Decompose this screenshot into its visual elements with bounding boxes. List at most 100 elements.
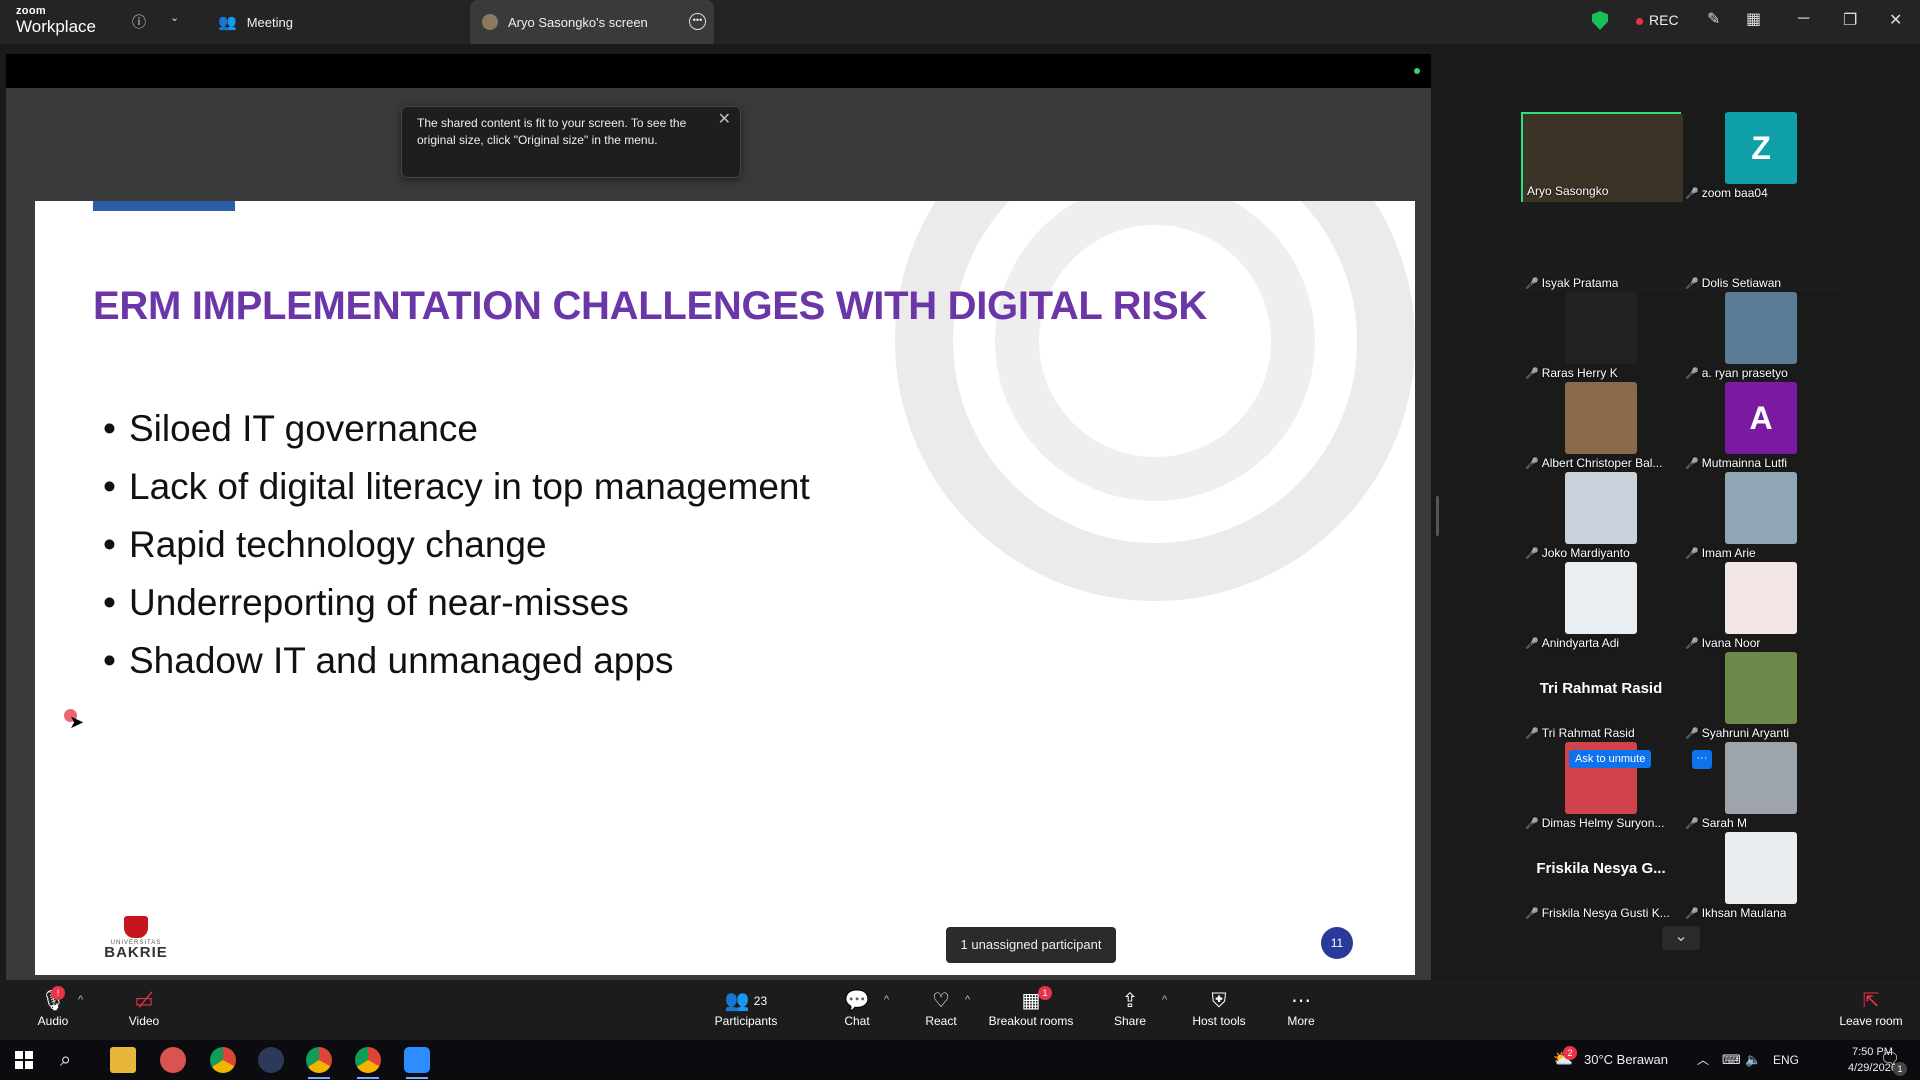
participant-tile[interactable]: 🎤 Joko Mardiyanto xyxy=(1521,472,1681,562)
app-icon[interactable] xyxy=(160,1047,186,1073)
participant-video xyxy=(1725,832,1797,904)
react-options-caret[interactable]: ^ xyxy=(965,994,970,1006)
chevron-down-icon[interactable]: ⌄ xyxy=(170,11,179,24)
windows-start-icon[interactable] xyxy=(15,1051,33,1069)
participant-name-text: Dolis Setiawan xyxy=(1701,276,1782,290)
network-icon[interactable]: ⌨ xyxy=(1722,1040,1741,1080)
shared-screen-area: ERM IMPLEMENTATION CHALLENGES WITH DIGIT… xyxy=(6,54,1431,980)
tab-meeting[interactable]: 👥 Meeting xyxy=(218,0,293,44)
chat-options-caret[interactable]: ^ xyxy=(884,994,889,1006)
muted-mic-icon: 🎤 xyxy=(1685,908,1699,920)
minimize-button[interactable]: ─ xyxy=(1798,10,1809,28)
participant-tile[interactable]: Aryo Sasongko xyxy=(1521,112,1683,204)
muted-mic-icon: 🎤 xyxy=(1525,728,1539,740)
participant-tile[interactable]: 🎤 Ivana Noor xyxy=(1681,562,1841,652)
windows-taskbar: ⌕ ⛅ 2 30°C Berawan ︿ ⌨ 🔈 ENG 7:50 PM 4/2… xyxy=(0,1040,1920,1080)
zoom-app-icon[interactable] xyxy=(404,1047,430,1079)
info-icon[interactable]: ⓘ xyxy=(132,12,146,32)
participant-tile[interactable]: 🎤 Imam Arie xyxy=(1681,472,1841,562)
chat-button[interactable]: 💬 Chat xyxy=(840,988,874,1028)
participant-video xyxy=(1725,472,1797,544)
participant-tile[interactable]: 🎤 Ikhsan Maulana xyxy=(1681,832,1841,922)
logo-line2: Workplace xyxy=(16,17,96,36)
people-icon: 👥 xyxy=(218,14,237,31)
chrome-profile-icon[interactable] xyxy=(306,1047,332,1079)
participant-name-text: Joko Mardiyanto xyxy=(1541,546,1630,560)
participant-video xyxy=(1565,382,1637,454)
bullet-text: Lack of digital literacy in top manageme… xyxy=(129,466,810,507)
tab-shared-screen[interactable]: Aryo Sasongko's screen ••• xyxy=(470,0,714,44)
muted-mic-icon: 🎤 xyxy=(1685,818,1699,830)
participant-tile[interactable]: 🎤 Isyak Pratama xyxy=(1521,202,1681,292)
chrome-icon-2[interactable] xyxy=(355,1047,381,1079)
audio-options-caret[interactable]: ^ xyxy=(78,994,83,1006)
annotate-pencil-icon[interactable]: ✎ xyxy=(1707,9,1720,29)
chrome-icon[interactable] xyxy=(210,1047,236,1073)
panel-resize-handle[interactable] xyxy=(1436,496,1439,536)
audio-alert-badge: ! xyxy=(51,986,65,1000)
participant-tile[interactable]: 🎤 Raras Herry K xyxy=(1521,292,1681,382)
university-emblem-icon xyxy=(124,916,148,938)
participant-name-text: Ikhsan Maulana xyxy=(1701,906,1787,920)
breakout-rooms-button[interactable]: ▦ Breakout rooms 1 xyxy=(988,986,1074,1028)
view-layout-icon[interactable]: ▦ xyxy=(1746,9,1761,29)
tray-chevron-icon[interactable]: ︿ xyxy=(1697,1040,1709,1080)
participant-tile[interactable]: 🎤 Anindyarta Adi xyxy=(1521,562,1681,652)
participant-tile[interactable]: 🎤 Albert Christoper Bal... xyxy=(1521,382,1681,472)
restore-button[interactable]: ❐ xyxy=(1843,10,1857,30)
participants-button[interactable]: 👥 23 Participants xyxy=(713,988,779,1028)
cursor-arrow-icon: ➤ xyxy=(69,712,85,732)
participant-display-name: Tri Rahmat Rasid xyxy=(1539,680,1663,697)
leave-room-button[interactable]: ⇱ Leave room xyxy=(1838,988,1904,1028)
participant-name-text: Anindyarta Adi xyxy=(1541,636,1620,650)
participant-tile[interactable]: Tri Rahmat Rasid 🎤 Tri Rahmat Rasid xyxy=(1521,652,1681,742)
participant-name-text: Dimas Helmy Suryon... xyxy=(1541,816,1665,830)
close-icon[interactable]: ✕ xyxy=(718,111,731,128)
volume-icon[interactable]: 🔈 xyxy=(1745,1040,1761,1080)
bullet-item: • Rapid technology change xyxy=(103,524,547,565)
audio-label: Audio xyxy=(37,1014,69,1028)
participant-video xyxy=(1725,292,1797,364)
audio-button[interactable]: 🎙 Audio ! xyxy=(33,986,73,1028)
participant-name-text: Tri Rahmat Rasid xyxy=(1541,726,1635,740)
share-options-caret[interactable]: ^ xyxy=(1162,994,1167,1006)
participant-name-text: Ivana Noor xyxy=(1701,636,1761,650)
react-button[interactable]: ♡ React xyxy=(923,988,959,1028)
chat-label: Chat xyxy=(844,1014,870,1028)
more-options-icon[interactable]: ••• xyxy=(689,13,706,30)
logo-lower-text: BAKRIE xyxy=(104,944,168,961)
participant-tile[interactable]: Z 🎤 zoom baa04 xyxy=(1681,112,1841,202)
muted-mic-icon: 🎤 xyxy=(1685,458,1699,470)
gallery-scroll-down-button[interactable]: ⌄ xyxy=(1662,926,1700,950)
participant-video xyxy=(1565,292,1637,364)
language-indicator[interactable]: ENG xyxy=(1773,1040,1799,1080)
bullet-text: Shadow IT and unmanaged apps xyxy=(129,640,674,681)
participant-display-name: Friskila Nesya G... xyxy=(1536,860,1666,877)
host-tools-button[interactable]: ⛨ Host tools xyxy=(1190,988,1248,1028)
breakout-grid-icon: ▦ xyxy=(1021,990,1041,1012)
more-button[interactable]: ⋯ More xyxy=(1286,988,1316,1028)
participant-tile[interactable]: 🎤 a. ryan prasetyo xyxy=(1681,292,1841,382)
slide-title: ERM IMPLEMENTATION CHALLENGES WITH DIGIT… xyxy=(93,284,1208,328)
participant-tile[interactable]: A 🎤 Mutmainna Lutfi xyxy=(1681,382,1841,472)
bullet-list: • Siloed IT governance • Lack of digital l… xyxy=(103,406,810,696)
participant-more-button[interactable]: ··· xyxy=(1692,750,1712,769)
recording-indicator[interactable]: REC xyxy=(1636,12,1679,28)
security-shield-icon[interactable] xyxy=(1592,11,1608,30)
heart-icon: ♡ xyxy=(932,990,950,1012)
search-icon[interactable]: ⌕ xyxy=(60,1040,71,1080)
participant-name: 🎤 Friskila Nesya Gusti K... xyxy=(1525,906,1670,920)
weather-text[interactable]: 30°C Berawan xyxy=(1584,1040,1668,1080)
participant-name: Aryo Sasongko xyxy=(1527,184,1608,198)
video-button[interactable]: ▭̸ Video xyxy=(124,988,164,1028)
participant-tile[interactable]: Friskila Nesya G... 🎤 Friskila Nesya Gusti… xyxy=(1521,832,1681,922)
share-button[interactable]: ⇪ Share xyxy=(1112,988,1148,1028)
breakout-label: Breakout rooms xyxy=(988,1014,1074,1028)
ask-to-unmute-button[interactable]: Ask to unmute xyxy=(1569,750,1652,768)
obs-icon[interactable] xyxy=(258,1047,284,1073)
participant-tile[interactable]: 🎤 Syahruni Aryanti xyxy=(1681,652,1841,742)
file-explorer-icon[interactable] xyxy=(110,1047,136,1073)
leave-label: Leave room xyxy=(1839,1014,1903,1028)
participant-tile[interactable]: 🎤 Dolis Setiawan xyxy=(1681,202,1841,292)
close-button[interactable]: ✕ xyxy=(1889,10,1902,30)
